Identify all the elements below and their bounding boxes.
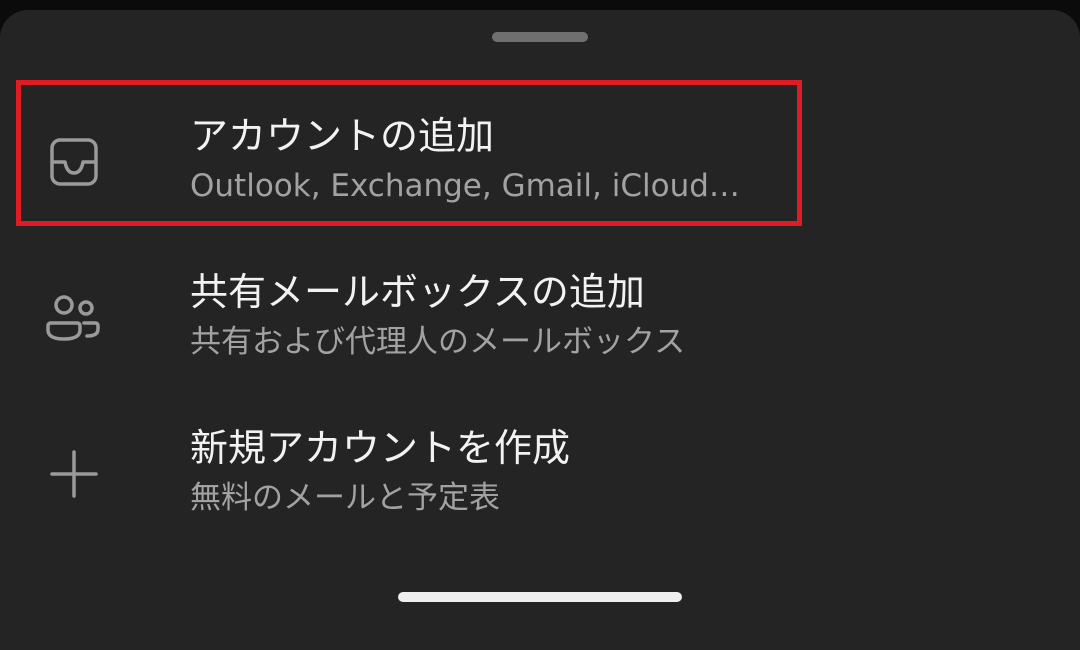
drag-handle[interactable] (492, 32, 588, 42)
bottom-sheet: アカウントの追加 Outlook, Exchange, Gmail, iClou… (0, 10, 1080, 650)
add-shared-mailbox-subtitle: 共有および代理人のメールボックス (190, 324, 686, 360)
add-account-title: アカウントの追加 (190, 114, 495, 158)
add-account-subtitle: Outlook, Exchange, Gmail, iCloud… (190, 168, 740, 204)
add-shared-mailbox-item[interactable]: 共有メールボックスの追加 共有および代理人のメールボックス (0, 246, 1080, 386)
add-account-item[interactable]: アカウントの追加 Outlook, Exchange, Gmail, iClou… (0, 90, 1080, 230)
create-account-item[interactable]: 新規アカウントを作成 無料のメールと予定表 (0, 402, 1080, 542)
inbox-tray-icon (44, 132, 104, 192)
add-shared-mailbox-title: 共有メールボックスの追加 (190, 270, 645, 314)
home-indicator[interactable] (398, 592, 682, 602)
people-icon (44, 288, 104, 348)
create-account-subtitle: 無料のメールと予定表 (190, 480, 500, 516)
create-account-title: 新規アカウントを作成 (190, 426, 571, 470)
plus-icon (44, 444, 104, 504)
